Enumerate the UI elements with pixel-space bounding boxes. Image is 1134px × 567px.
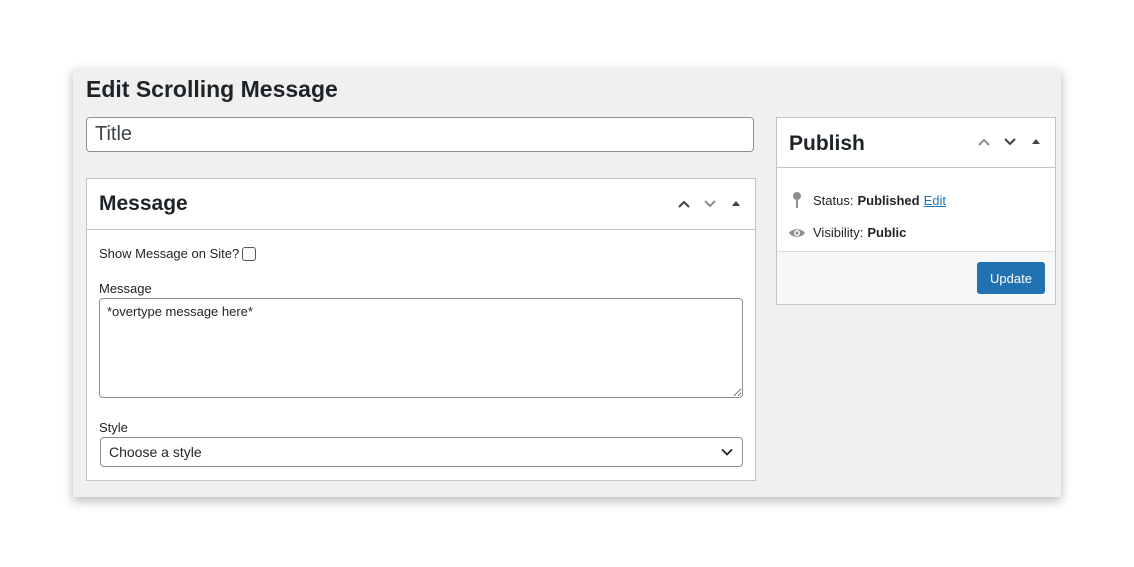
visibility-label: Visibility: [813, 225, 864, 240]
publish-actions: Update [777, 251, 1055, 304]
message-textarea[interactable] [99, 298, 743, 398]
edit-screen: Edit Scrolling Message Message [73, 68, 1061, 497]
title-input[interactable] [86, 117, 754, 152]
visibility-row: Visibility: Public [787, 225, 906, 240]
move-down-button[interactable] [697, 191, 723, 217]
chevron-down-icon [1004, 138, 1016, 146]
chevron-down-icon [721, 448, 733, 456]
pin-icon [787, 191, 807, 209]
publish-metabox: Publish Status: Published Edit Visibilit… [776, 117, 1056, 305]
status-label: Status: [813, 192, 854, 208]
show-message-checkbox[interactable] [242, 246, 257, 261]
chevron-up-icon [678, 200, 690, 208]
publish-metabox-header: Publish [777, 118, 1055, 168]
status-value: Published [857, 192, 920, 208]
show-message-row: Show Message on Site? [99, 246, 257, 261]
publish-metabox-actions [971, 129, 1049, 155]
move-down-button[interactable] [997, 129, 1023, 155]
publish-metabox-title: Publish [789, 132, 865, 155]
toggle-panel-button[interactable] [1023, 129, 1049, 155]
show-message-label: Show Message on Site? [99, 246, 240, 261]
edit-status-link[interactable]: Edit [924, 193, 946, 208]
message-metabox-actions [671, 191, 749, 217]
visibility-value: Public [867, 225, 907, 240]
move-up-button[interactable] [971, 129, 997, 155]
chevron-up-icon [978, 138, 990, 146]
style-select[interactable]: Choose a style [100, 437, 743, 467]
page-title: Edit Scrolling Message [86, 76, 338, 102]
message-metabox-title: Message [99, 192, 188, 215]
chevron-down-icon [704, 200, 716, 208]
message-metabox-header: Message [87, 179, 755, 230]
move-up-button[interactable] [671, 191, 697, 217]
message-metabox: Message Show Message on Site? Message *o… [86, 178, 756, 481]
eye-icon [787, 227, 807, 239]
style-select-value: Choose a style [109, 444, 202, 460]
update-button[interactable]: Update [977, 262, 1045, 294]
message-label: Message [99, 281, 152, 296]
toggle-panel-button[interactable] [723, 191, 749, 217]
status-row: Status: Published Edit [787, 191, 946, 209]
triangle-up-icon [1032, 139, 1040, 144]
style-label: Style [99, 420, 128, 435]
triangle-up-icon [732, 201, 740, 206]
